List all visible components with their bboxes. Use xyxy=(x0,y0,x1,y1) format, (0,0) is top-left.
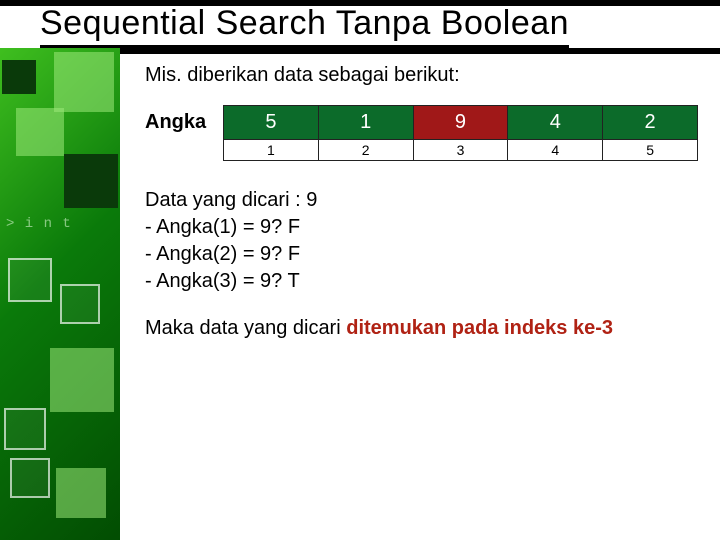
step-line: - Angka(1) = 9? F xyxy=(145,214,698,241)
array-index: 1 xyxy=(224,140,319,161)
array-index-row: 1 2 3 4 5 xyxy=(224,140,698,161)
side-decoration: > i n t xyxy=(0,48,120,540)
array-cell: 2 xyxy=(603,106,698,140)
lead-text: Mis. diberikan data sebagai berikut: xyxy=(145,64,698,87)
array-index: 3 xyxy=(413,140,508,161)
array-index: 4 xyxy=(508,140,603,161)
array-index: 2 xyxy=(318,140,413,161)
search-steps: Data yang dicari : 9 - Angka(1) = 9? F -… xyxy=(145,187,698,295)
array-cell: 1 xyxy=(318,106,413,140)
array-cell-highlight: 9 xyxy=(413,106,508,140)
search-target-line: Data yang dicari : 9 xyxy=(145,187,698,214)
array-cell: 5 xyxy=(224,106,319,140)
conclusion: Maka data yang dicari ditemukan pada ind… xyxy=(145,317,698,340)
array-row: Angka 5 1 9 4 2 1 2 3 4 5 xyxy=(145,105,698,161)
content-area: Mis. diberikan data sebagai berikut: Ang… xyxy=(145,64,698,340)
slide: Sequential Search Tanpa Boolean > i n t … xyxy=(0,0,720,540)
array-label: Angka xyxy=(145,105,223,134)
conclusion-prefix: Maka data yang dicari xyxy=(145,317,346,339)
step-line: - Angka(3) = 9? T xyxy=(145,268,698,295)
array-values-row: 5 1 9 4 2 xyxy=(224,106,698,140)
array-table: 5 1 9 4 2 1 2 3 4 5 xyxy=(223,105,698,161)
step-line: - Angka(2) = 9? F xyxy=(145,241,698,268)
slide-title: Sequential Search Tanpa Boolean xyxy=(40,4,569,48)
conclusion-emph: ditemukan pada indeks ke-3 xyxy=(346,317,613,339)
array-cell: 4 xyxy=(508,106,603,140)
array-index: 5 xyxy=(603,140,698,161)
